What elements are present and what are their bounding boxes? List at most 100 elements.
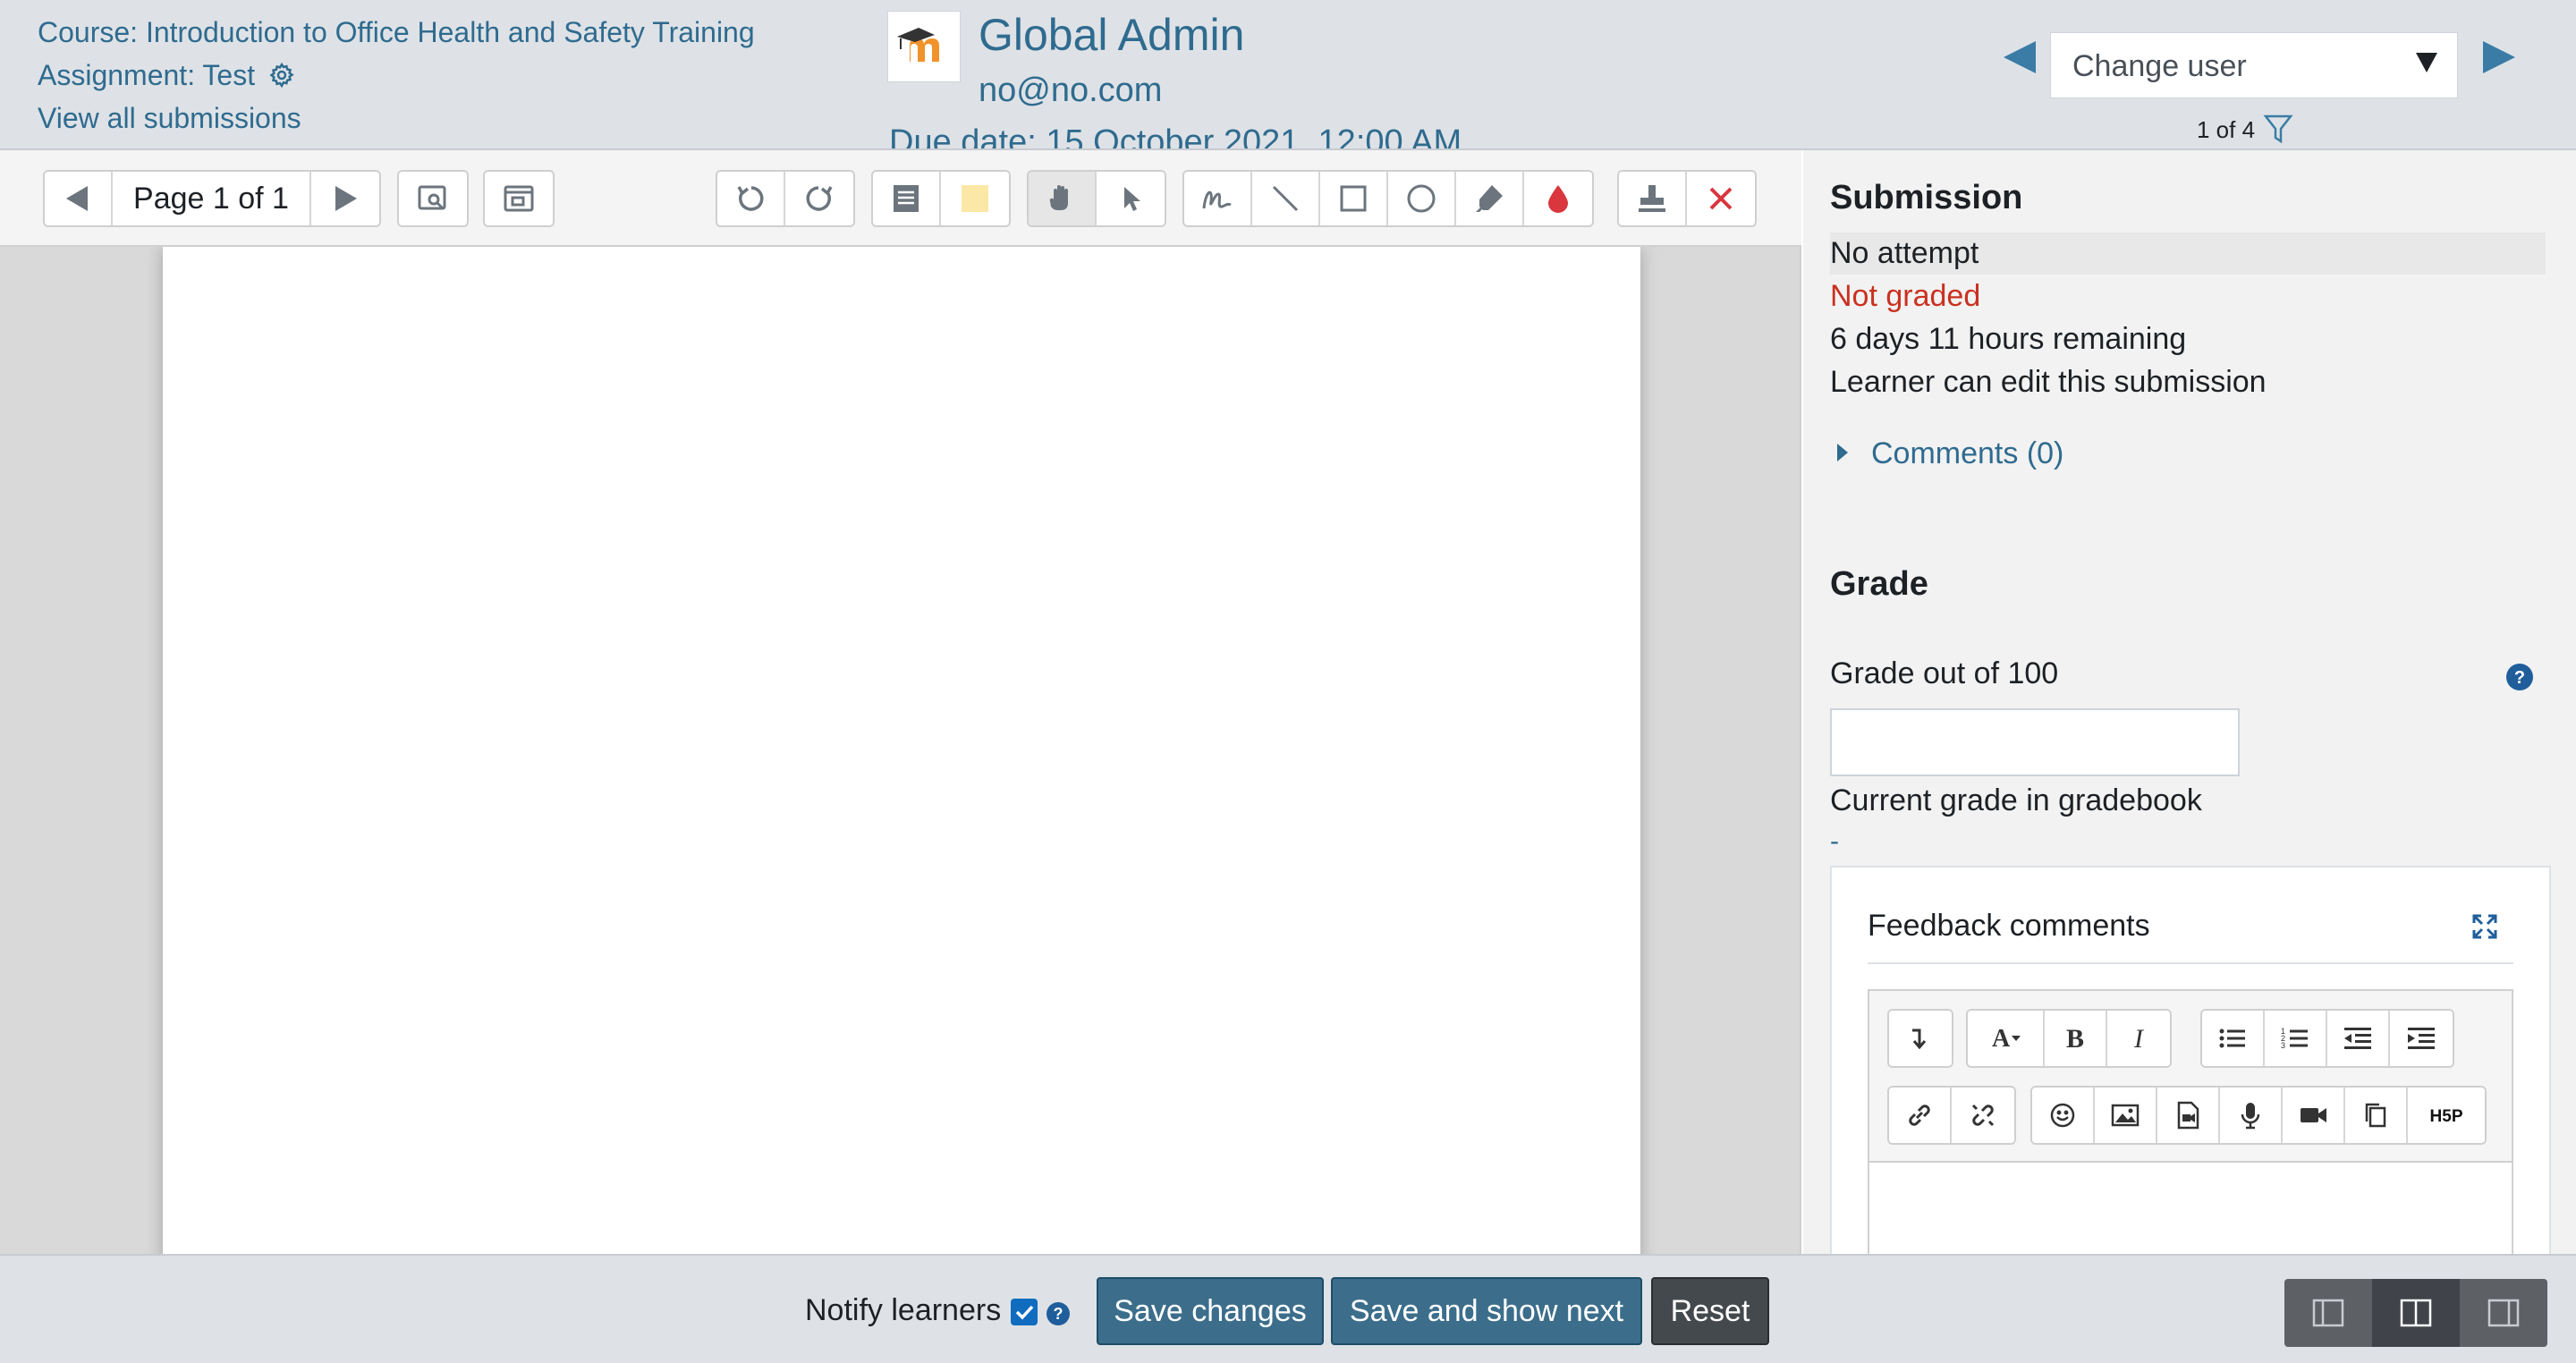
svg-text:I: I: [2133, 1024, 2145, 1054]
numbered-list-button[interactable]: 123: [2265, 1011, 2327, 1066]
gear-icon[interactable]: [268, 62, 295, 89]
link-group: [1887, 1086, 2016, 1145]
notify-learners-checkbox[interactable]: [1011, 1299, 1038, 1325]
emoji-button[interactable]: [2032, 1088, 2095, 1143]
line-button[interactable]: [1252, 172, 1320, 225]
svg-text:B: B: [2066, 1024, 2084, 1054]
page-label[interactable]: Page 1 of 1: [113, 172, 311, 225]
prev-page-icon: [66, 186, 88, 211]
pen-button[interactable]: [1184, 172, 1252, 225]
feedback-comments-section: Feedback comments A B I 1 2 3 H5P: [1830, 866, 2551, 1254]
svg-text:?: ?: [2514, 668, 2525, 688]
record-video-button[interactable]: [2283, 1088, 2345, 1143]
indent-button[interactable]: [2390, 1011, 2453, 1066]
comment-color-button[interactable]: [941, 172, 1009, 225]
link-icon: [1909, 1105, 1930, 1126]
comment-button[interactable]: [873, 172, 941, 225]
manage-files-button[interactable]: [2345, 1088, 2408, 1143]
avatar: [887, 11, 961, 82]
document-page[interactable]: [163, 247, 1640, 1254]
status-time-remaining: 6 days 11 hours remaining: [1830, 322, 2187, 356]
search-comments-button[interactable]: [399, 172, 467, 225]
change-user-select[interactable]: Change user: [2050, 32, 2458, 98]
user-email: no@no.com: [979, 72, 1163, 109]
search-comments-group: [397, 170, 469, 227]
moodle-logo-icon: [897, 28, 939, 62]
user-name[interactable]: Global Admin: [979, 9, 1244, 61]
document-viewer[interactable]: [0, 247, 1801, 1254]
filter-icon[interactable]: [2263, 113, 2293, 145]
rich-text-editor[interactable]: A B I 123 H5P: [1868, 989, 2513, 1254]
prev-page-button[interactable]: [45, 172, 113, 225]
grade-input[interactable]: [1830, 708, 2240, 776]
rotate-group: [716, 170, 855, 227]
current-grade-label: Current grade in gradebook: [1830, 783, 2202, 817]
grading-actions-bar: Notify learners ? Save changes Save and …: [0, 1254, 2576, 1363]
oval-button[interactable]: [1388, 172, 1456, 225]
comment-group: [871, 170, 1011, 227]
assignment-link[interactable]: Assignment: Test: [38, 59, 255, 91]
copy-files-icon: [2365, 1103, 2386, 1128]
save-changes-button[interactable]: Save changes: [1097, 1277, 1324, 1345]
delete-button[interactable]: [1687, 172, 1755, 225]
record-audio-button[interactable]: [2220, 1088, 2283, 1143]
image-button[interactable]: [2095, 1088, 2157, 1143]
drawing-tools-group: [1182, 170, 1594, 227]
previous-user-icon[interactable]: [2000, 39, 2039, 75]
color-icon: [1548, 185, 1568, 213]
due-date: Due date: 15 October 2021, 12:00 AM: [889, 123, 1462, 150]
italic-icon: I: [2133, 1024, 2145, 1054]
h5p-button[interactable]: H5P: [2408, 1088, 2485, 1143]
panel-right-icon: [2487, 1299, 2520, 1327]
pan-button[interactable]: [1029, 172, 1097, 225]
rotate-right-button[interactable]: [785, 172, 853, 225]
next-user-icon[interactable]: [2479, 39, 2519, 75]
collapse-grade-panel-button[interactable]: [2460, 1279, 2547, 1347]
next-page-icon: [335, 186, 357, 211]
media-button[interactable]: [2157, 1088, 2220, 1143]
highlight-button[interactable]: [1456, 172, 1524, 225]
indent-icon: [2408, 1028, 2435, 1049]
pan-select-group: [1027, 170, 1166, 227]
bullet-list-button[interactable]: [2202, 1011, 2265, 1066]
panel-left-icon: [2312, 1299, 2344, 1327]
help-icon[interactable]: ?: [1045, 1300, 1072, 1327]
reset-button[interactable]: Reset: [1651, 1277, 1769, 1345]
show-more-button[interactable]: [1889, 1011, 1952, 1066]
format-group: A B I: [1966, 1009, 2172, 1068]
rotate-left-button[interactable]: [717, 172, 785, 225]
feedback-title: Feedback comments: [1868, 909, 2150, 943]
help-icon[interactable]: ?: [2504, 662, 2535, 692]
unlink-button[interactable]: [1952, 1088, 2014, 1143]
current-grade-value[interactable]: -: [1830, 826, 1839, 857]
default-layout-button[interactable]: [2372, 1279, 2460, 1347]
save-and-show-next-button[interactable]: Save and show next: [1331, 1277, 1642, 1345]
expand-comments-button[interactable]: [485, 172, 553, 225]
rectangle-icon: [1340, 185, 1367, 212]
comment-icon: [894, 185, 919, 212]
rotate-left-icon: [737, 186, 764, 211]
stamp-button[interactable]: [1619, 172, 1687, 225]
numbered-list-icon: 123: [2281, 1027, 2308, 1050]
pan-icon: [1049, 185, 1068, 210]
next-page-button[interactable]: [311, 172, 379, 225]
collapse-review-panel-button[interactable]: [2284, 1279, 2372, 1347]
color-button[interactable]: [1524, 172, 1592, 225]
annotation-toolbar: Page 1 of 1: [0, 150, 1801, 247]
italic-button[interactable]: I: [2107, 1011, 2170, 1066]
course-link[interactable]: Course: Introduction to Office Health an…: [38, 16, 755, 49]
grade-heading: Grade: [1830, 565, 1928, 603]
font-style-button[interactable]: A: [1968, 1011, 2045, 1066]
link-button[interactable]: [1889, 1088, 1952, 1143]
comments-toggle[interactable]: Comments (0): [1837, 436, 2063, 471]
select-button[interactable]: [1097, 172, 1165, 225]
outdent-button[interactable]: [2327, 1011, 2390, 1066]
bullet-list-icon: [2219, 1029, 2245, 1048]
rectangle-button[interactable]: [1320, 172, 1388, 225]
svg-text:?: ?: [1054, 1305, 1063, 1323]
status-edit: Learner can edit this submission: [1830, 365, 2267, 399]
view-all-submissions-link[interactable]: View all submissions: [38, 102, 301, 135]
expand-icon[interactable]: [2470, 912, 2499, 941]
bold-button[interactable]: B: [2045, 1011, 2107, 1066]
emoji-icon: [2050, 1103, 2075, 1128]
